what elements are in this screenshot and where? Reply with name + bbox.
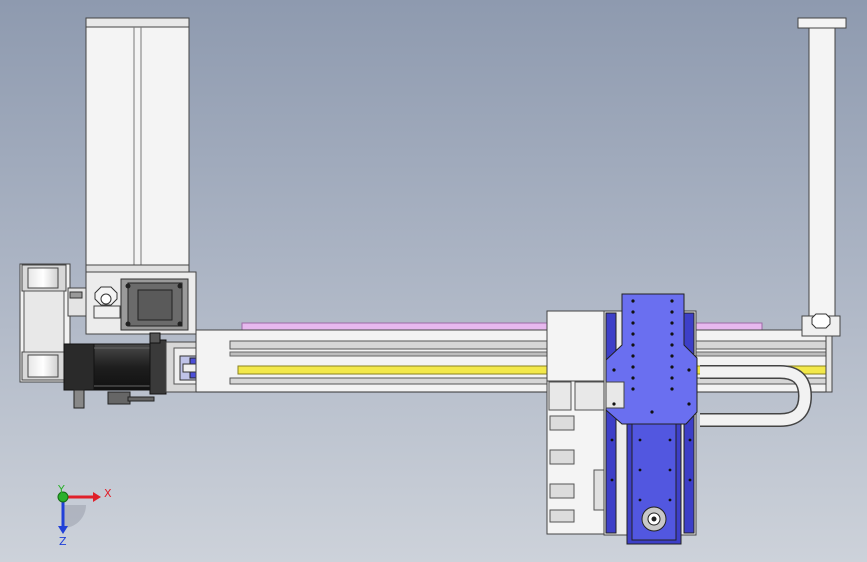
x-axis-label: X	[104, 487, 112, 500]
horizontal-linear-beam	[195, 329, 833, 393]
vertical-motor-housing	[85, 17, 190, 274]
z-axis-label: Z	[59, 535, 67, 548]
cad-model-view[interactable]	[0, 0, 867, 562]
horizontal-servo-motor	[63, 332, 167, 409]
right-vertical-post	[797, 17, 847, 393]
y-axis-label: Y	[58, 483, 65, 496]
motor-mount-block	[85, 271, 197, 335]
z-axis-arrowhead	[58, 526, 68, 534]
coordinate-triad-icon[interactable]	[57, 491, 101, 534]
cad-graphics-viewport[interactable]: X Y Z	[0, 0, 867, 562]
z-axis-carriage	[546, 293, 698, 545]
x-axis-arrowhead	[93, 492, 101, 502]
